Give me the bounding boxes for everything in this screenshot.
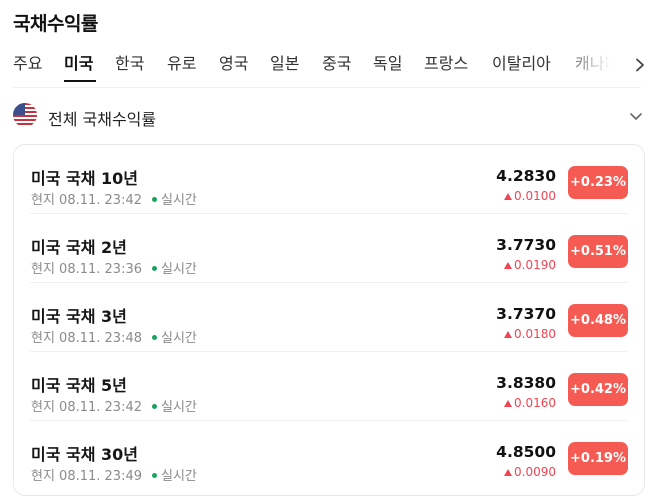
tabs-next-button[interactable] [628,53,652,77]
bond-name: 미국 국채 10년 [31,169,139,188]
bond-meta: 현지 08.11. 23:42 실시간 [31,189,197,208]
bond-row[interactable]: 미국 국채 10년 현지 08.11. 23:42 실시간 4.2830 0.01… [14,145,644,214]
tab-euro[interactable]: 유로 [167,50,196,74]
tab-major[interactable]: 주요 [13,50,42,74]
yield-value: 3.7370 [496,305,556,323]
live-dot-icon [152,473,157,478]
live-status: 실시간 [161,469,197,484]
bond-row[interactable]: 미국 국채 30년 현지 08.11. 23:49 실시간 4.8500 0.00… [14,421,644,490]
percent-change-badge: +0.19% [568,442,628,475]
section-title: 전체 국채수익률 [48,110,157,129]
tab-china[interactable]: 중국 [322,50,351,74]
yield-change-value: 0.0090 [514,465,556,479]
yield-change: 0.0100 [504,189,556,203]
bond-row[interactable]: 미국 국채 2년 현지 08.11. 23:36 실시간 3.7730 0.019… [14,214,644,283]
live-dot-icon [152,266,157,271]
yield-change: 0.0160 [504,396,556,410]
bond-row[interactable]: 미국 국채 3년 현지 08.11. 23:48 실시간 3.7370 0.018… [14,283,644,352]
percent-change-badge: +0.42% [568,373,628,406]
page-title: 국채수익률 [13,13,98,35]
chevron-right-icon [636,58,644,72]
active-tab-indicator [64,80,96,82]
chevron-down-icon [630,113,642,120]
triangle-up-icon [504,469,512,476]
triangle-up-icon [504,400,512,407]
tab-canada[interactable]: 캐나다 [575,50,619,74]
tabs-divider [13,87,641,88]
live-dot-icon [152,197,157,202]
triangle-up-icon [504,331,512,338]
bond-date: 현지 08.11. 23:36 [31,262,142,277]
yield-change: 0.0090 [504,465,556,479]
bond-date: 현지 08.11. 23:42 [31,193,142,208]
tab-usa[interactable]: 미국 [64,50,93,74]
yield-change: 0.0190 [504,258,556,272]
tab-france[interactable]: 프랑스 [424,50,468,74]
yield-value: 4.8500 [496,443,556,461]
tab-japan[interactable]: 일본 [270,50,299,74]
bond-name: 미국 국채 5년 [31,376,127,395]
tab-uk[interactable]: 영국 [219,50,248,74]
bond-name: 미국 국채 3년 [31,307,127,326]
yield-change-value: 0.0100 [514,189,556,203]
yield-change-value: 0.0190 [514,258,556,272]
triangle-up-icon [504,262,512,269]
yield-change-value: 0.0180 [514,327,556,341]
yield-value: 4.2830 [496,167,556,185]
percent-change-badge: +0.48% [568,304,628,337]
triangle-up-icon [504,193,512,200]
tab-italy[interactable]: 이탈리아 [492,50,551,74]
percent-change-badge: +0.51% [568,235,628,268]
us-flag-icon [13,103,37,127]
section-header[interactable]: 전체 국채수익률 [13,103,646,129]
live-status: 실시간 [161,193,197,208]
bond-date: 현지 08.11. 23:42 [31,400,142,415]
bond-meta: 현지 08.11. 23:36 실시간 [31,258,197,277]
bond-date: 현지 08.11. 23:49 [31,469,142,484]
bond-list-card: 미국 국채 10년 현지 08.11. 23:42 실시간 4.2830 0.01… [13,144,645,496]
yield-change: 0.0180 [504,327,556,341]
tab-germany[interactable]: 독일 [373,50,402,74]
percent-change-badge: +0.23% [568,166,628,199]
bond-meta: 현지 08.11. 23:48 실시간 [31,327,197,346]
bond-row[interactable]: 미국 국채 5년 현지 08.11. 23:42 실시간 3.8380 0.016… [14,352,644,421]
country-tabs: 주요 미국 한국 유로 영국 일본 중국 독일 프랑스 이탈리아 캐나다 [0,50,654,82]
live-dot-icon [152,335,157,340]
live-status: 실시간 [161,400,197,415]
bond-name: 미국 국채 2년 [31,238,127,257]
live-dot-icon [152,404,157,409]
yield-change-value: 0.0160 [514,396,556,410]
tab-korea[interactable]: 한국 [115,50,144,74]
live-status: 실시간 [161,331,197,346]
yield-value: 3.8380 [496,374,556,392]
yield-value: 3.7730 [496,236,556,254]
bond-date: 현지 08.11. 23:48 [31,331,142,346]
bond-meta: 현지 08.11. 23:42 실시간 [31,396,197,415]
bond-name: 미국 국채 30년 [31,445,139,464]
live-status: 실시간 [161,262,197,277]
bond-meta: 현지 08.11. 23:49 실시간 [31,465,197,484]
